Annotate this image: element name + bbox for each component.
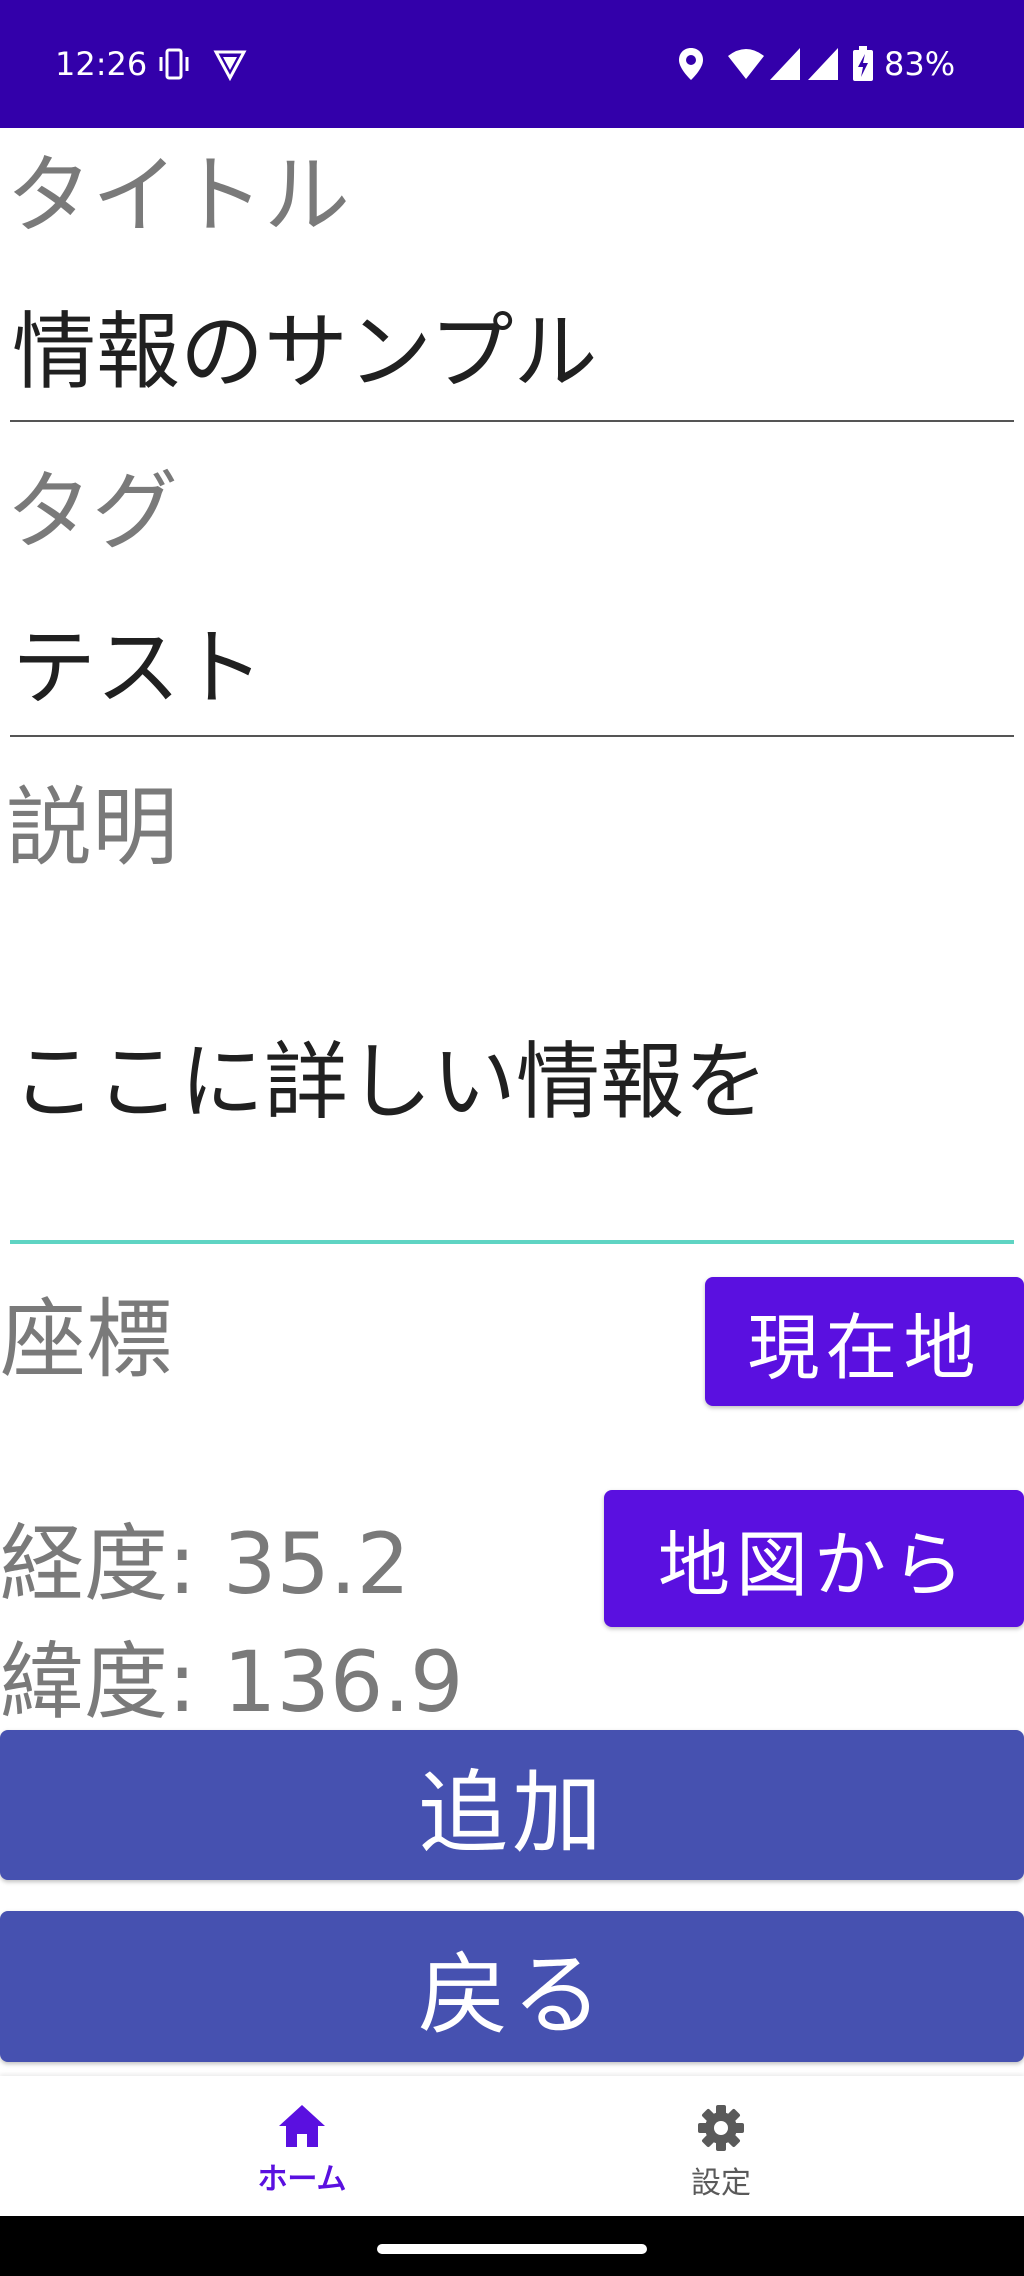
tag-label: タグ: [6, 462, 178, 562]
title-input-underline: [10, 420, 1014, 422]
description-input[interactable]: ここに詳しい情報を: [12, 1032, 768, 1132]
battery-percentage: 83%: [884, 45, 956, 83]
back-button[interactable]: 戻る: [0, 1911, 1024, 2062]
battery-charging-icon: [852, 46, 874, 82]
nav-item-settings-label: 設定: [691, 2166, 751, 2201]
vpn-shield-icon: [212, 46, 248, 82]
bottom-navigation: ホーム 設定: [0, 2076, 1024, 2216]
add-button[interactable]: 追加: [0, 1730, 1024, 1880]
gear-icon: [698, 2105, 744, 2151]
tag-input[interactable]: テスト: [12, 618, 264, 718]
title-label: タイトル: [6, 146, 350, 246]
wifi-icon: [726, 46, 766, 82]
coordinates-label: 座標: [0, 1290, 172, 1390]
status-bar: 12:26 83%: [0, 0, 1024, 128]
nav-item-home-label: ホーム: [257, 2162, 347, 2197]
description-label: 説明: [6, 778, 178, 878]
current-location-button[interactable]: 現在地: [705, 1277, 1024, 1406]
status-time: 12:26: [55, 45, 148, 83]
latitude-value: 緯度: 136.9: [0, 1633, 464, 1731]
vibrate-icon: [158, 46, 190, 82]
title-input[interactable]: 情報のサンプル: [12, 302, 597, 402]
home-icon: [279, 2105, 325, 2147]
description-input-underline: [10, 1240, 1014, 1244]
nav-item-home[interactable]: ホーム: [202, 2076, 402, 2216]
tag-input-underline: [10, 735, 1014, 737]
location-icon: [676, 46, 706, 82]
nav-item-settings[interactable]: 設定: [621, 2076, 821, 2216]
home-gesture-handle[interactable]: [377, 2244, 647, 2254]
longitude-value: 経度: 35.2: [0, 1515, 411, 1613]
system-gesture-bar: [0, 2216, 1024, 2276]
signal-icon: [768, 46, 802, 82]
signal-icon: [806, 46, 840, 82]
from-map-button[interactable]: 地図から: [604, 1490, 1024, 1627]
